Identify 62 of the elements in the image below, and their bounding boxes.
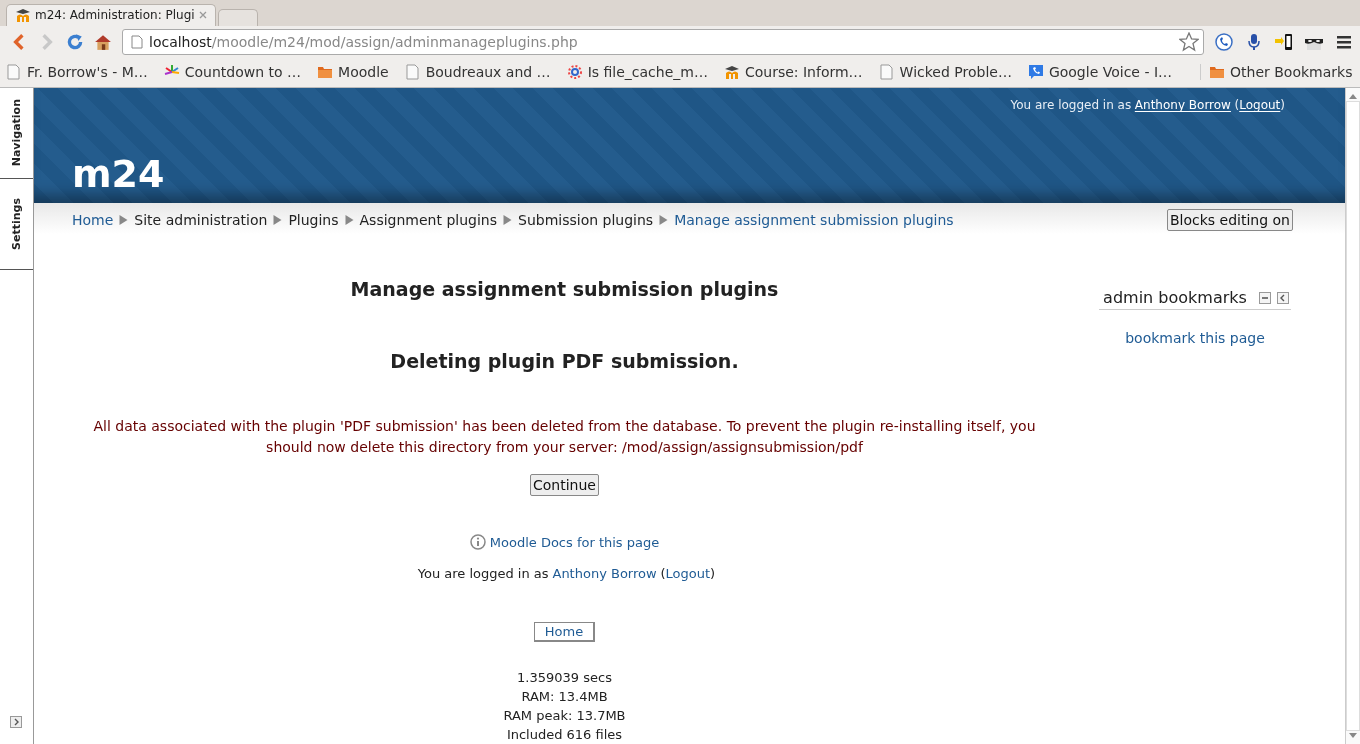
moodle-hat-icon — [15, 7, 31, 24]
continue-button[interactable]: Continue — [530, 474, 599, 496]
folder-icon — [317, 64, 334, 81]
moodle-hat-icon — [723, 64, 740, 81]
reload-icon[interactable] — [66, 32, 84, 51]
performance-info: RAM: 13.4MB — [521, 688, 608, 706]
page-heading: Manage assignment submission plugins — [350, 278, 779, 300]
login-text: You are logged in as — [416, 566, 549, 581]
page-icon — [878, 64, 895, 81]
bookmark[interactable]: Is file_cache_m… — [566, 64, 708, 81]
breadcrumb-link[interactable]: Home — [72, 212, 114, 229]
folder-icon — [1209, 64, 1226, 81]
bookmark[interactable]: Moodle — [317, 64, 389, 81]
minimize-icon[interactable] — [1258, 291, 1271, 304]
dock-tab[interactable]: Settings — [0, 179, 33, 270]
login-text: ) — [1280, 98, 1285, 112]
bookmark[interactable]: Wicked Proble… — [878, 64, 1012, 81]
performance-info: RAM peak: 13.7MB — [503, 707, 626, 725]
bookmark[interactable]: Fr. Borrow's - M… — [6, 64, 148, 81]
block-title: admin bookmarks — [1103, 288, 1247, 307]
dock-icon[interactable] — [1276, 291, 1289, 304]
breadcrumb-link[interactable]: Submission plugins — [518, 212, 654, 229]
breadcrumb-link[interactable]: Manage assignment submission plugins — [674, 212, 954, 229]
page-icon — [404, 64, 421, 81]
login-text: ( — [659, 566, 666, 581]
status-heading: Deleting plugin PDF submission. — [390, 350, 739, 372]
bookmark[interactable]: Boudreaux and … — [404, 64, 551, 81]
bookmark[interactable]: Course: Inform… — [723, 64, 863, 81]
phone-icon[interactable] — [1214, 31, 1234, 52]
docs-link[interactable]: Moodle Docs for this page — [489, 534, 660, 550]
bookmark[interactable]: Google Voice - I… — [1027, 64, 1173, 81]
home-button[interactable]: Home — [533, 622, 596, 642]
phone-icon — [1027, 64, 1044, 81]
login-link[interactable]: Logout — [665, 566, 711, 581]
login-link[interactable]: Anthony Borrow — [548, 566, 657, 581]
breadcrumb-link[interactable]: Plugins — [288, 212, 339, 229]
site-name[interactable]: m24 — [72, 152, 1285, 196]
bookmark-folder[interactable]: Other Bookmarks — [1200, 64, 1360, 81]
page-icon — [6, 64, 22, 81]
login-link[interactable]: Logout — [1239, 98, 1281, 112]
deletion-message: All data associated with the plugin 'PDF submission' has been deleted from the database. To prevent the plugin re-installing itself, you should now delete this directory from your server: /mod/assign/assignsubmission/pdf — [92, 417, 1037, 457]
expand-icon[interactable] — [10, 716, 22, 728]
login-text: You are logged in as — [1009, 98, 1132, 112]
bookmark[interactable]: Countdown to … — [163, 64, 302, 81]
breadcrumb-link[interactable]: Assignment plugins — [359, 212, 497, 229]
performance-info: 1.359039 secs — [517, 669, 612, 687]
mobile-arrow-icon[interactable] — [1274, 31, 1294, 52]
star-icon[interactable] — [1179, 31, 1199, 52]
bookmark-link[interactable]: bookmark this page — [1125, 330, 1265, 346]
scrollbar[interactable] — [1345, 88, 1360, 744]
page-icon — [131, 34, 143, 49]
blocks-editing-button[interactable]: Blocks editing on — [1166, 209, 1293, 232]
info-icon — [469, 534, 486, 550]
browser-tab[interactable]: m24: Administration: Plugi — [6, 3, 216, 26]
login-text: ) — [710, 566, 716, 581]
login-link[interactable]: Anthony Borrow — [1131, 98, 1231, 112]
breadcrumb-link[interactable]: Site administration — [134, 212, 268, 229]
ring-icon — [566, 64, 583, 81]
login-text: ( — [1233, 98, 1240, 112]
address-bar[interactable]: localhost/moodle/m24/mod/assign/adminmanageplugins.php — [122, 28, 1204, 55]
dock-tab[interactable]: Navigation — [0, 88, 33, 179]
performance-info: Included 616 files — [506, 726, 623, 744]
